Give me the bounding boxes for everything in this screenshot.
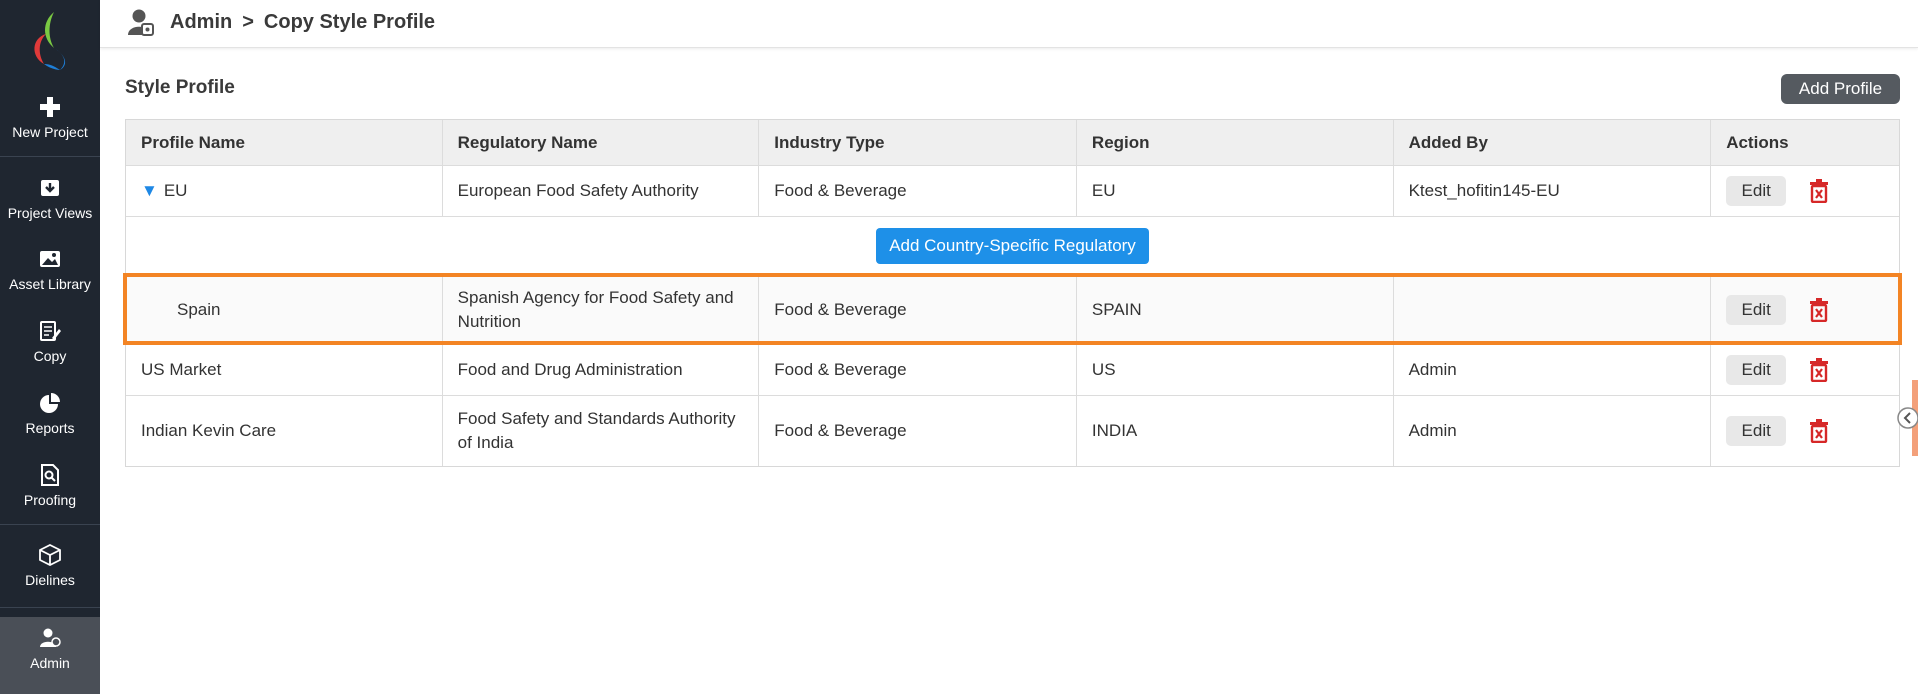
profile-name-cell: Indian Kevin Care [126,396,443,466]
table-header-row: Profile Name Regulatory Name Industry Ty… [126,120,1899,166]
edit-button[interactable]: Edit [1726,354,1787,385]
region-cell: SPAIN [1077,276,1394,343]
nav-copy[interactable]: Copy [0,320,100,364]
column-header: Actions [1726,132,1789,152]
industry-type-cell: Food & Beverage [759,166,1077,216]
chevron-left-icon[interactable] [1896,406,1918,430]
nav-label: Dielines [25,572,75,588]
column-header: Profile Name [126,120,443,165]
plus-icon [40,97,60,117]
nav-label: Asset Library [9,276,91,292]
breadcrumb-root[interactable]: Admin [170,11,232,33]
nav-asset-library[interactable]: Asset Library [0,248,100,292]
regulatory-name-cell: European Food Safety Authority [443,166,760,216]
app-logo[interactable] [24,8,76,72]
profile-name-cell: US Market [126,344,443,395]
add-country-row: Add Country-Specific Regulatory [126,217,1899,276]
nav-label: Admin [30,655,70,671]
table-row: US Market Food and Drug Administration F… [126,344,1899,396]
nav-divider [0,156,100,157]
region-cell: INDIA [1077,396,1394,466]
delete-icon[interactable] [1808,297,1830,322]
industry-type-cell: Food & Beverage [759,396,1077,466]
nav-label: Reports [25,420,75,436]
industry-type-cell: Food & Beverage [759,276,1077,343]
nav-reports[interactable]: Reports [0,392,100,436]
added-by-cell [1394,276,1712,343]
nav-label: Copy [33,348,67,364]
nav-dielines[interactable]: Dielines [0,544,100,588]
column-header: Region [1077,120,1394,165]
expand-toggle-icon[interactable]: ▼ [141,179,158,203]
admin-user-icon [40,628,61,647]
column-header: Regulatory Name [443,120,760,165]
added-by-cell: Admin [1394,396,1712,466]
admin-person-icon [128,9,154,36]
breadcrumb-current: Copy Style Profile [263,11,436,33]
download-box-icon [41,180,59,196]
edit-button[interactable]: Edit [1726,176,1787,206]
proof-search-icon [41,464,59,486]
breadcrumb-separator: > [242,11,254,33]
delete-icon[interactable] [1808,179,1830,203]
nav-divider [0,524,100,525]
style-profile-table: Profile Name Regulatory Name Industry Ty… [125,119,1900,467]
delete-icon[interactable] [1808,357,1830,382]
edit-document-icon [40,321,61,341]
regulatory-name-cell: Food and Drug Administration [443,344,760,395]
actions-cell: Edit [1711,166,1899,216]
edit-button[interactable]: Edit [1726,294,1787,325]
box-icon [39,544,61,566]
pie-chart-icon [40,393,60,413]
nav-admin[interactable]: Admin [0,617,100,694]
column-header: Added By [1394,120,1712,165]
region-cell: EU [1077,166,1394,216]
nav-label: New Project [12,124,88,140]
actions-cell: Edit [1711,276,1899,343]
nav-label: Proofing [23,492,77,508]
added-by-cell: Ktest_hofitin145-EU [1394,166,1712,216]
region-cell: US [1077,344,1394,395]
profile-name-cell: ▼ EU [126,166,443,216]
profile-name-cell: Spain [126,276,443,343]
edit-button[interactable]: Edit [1726,416,1787,446]
delete-icon[interactable] [1808,419,1830,443]
add-country-specific-regulatory-button[interactable]: Add Country-Specific Regulatory [876,228,1149,264]
table-row: Indian Kevin Care Food Safety and Standa… [126,396,1899,466]
actions-cell: Edit [1711,344,1899,395]
sidebar: New Project Project Views Asset Library … [0,0,100,694]
section-title: Style Profile [125,77,235,98]
regulatory-name-cell: Spanish Agency for Food Safety and Nutri… [443,276,760,343]
breadcrumb: Admin > Copy Style Profile [170,11,435,34]
profile-name: EU [163,181,188,200]
regulatory-name-cell: Food Safety and Standards Authority of I… [443,396,760,466]
nav-divider [0,607,100,608]
nav-label: Project Views [7,205,93,221]
add-profile-button[interactable]: Add Profile [1781,74,1900,104]
table-row: Spain Spanish Agency for Food Safety and… [126,276,1899,344]
nav-proofing[interactable]: Proofing [0,464,100,508]
actions-cell: Edit [1711,396,1899,466]
table-row: ▼ EU European Food Safety Authority Food… [126,166,1899,217]
column-header: Industry Type [759,120,1077,165]
image-icon [40,251,60,267]
added-by-cell: Admin [1394,344,1712,395]
industry-type-cell: Food & Beverage [759,344,1077,395]
nav-project-views[interactable]: Project Views [0,177,100,221]
nav-new-project[interactable]: New Project [0,96,100,140]
